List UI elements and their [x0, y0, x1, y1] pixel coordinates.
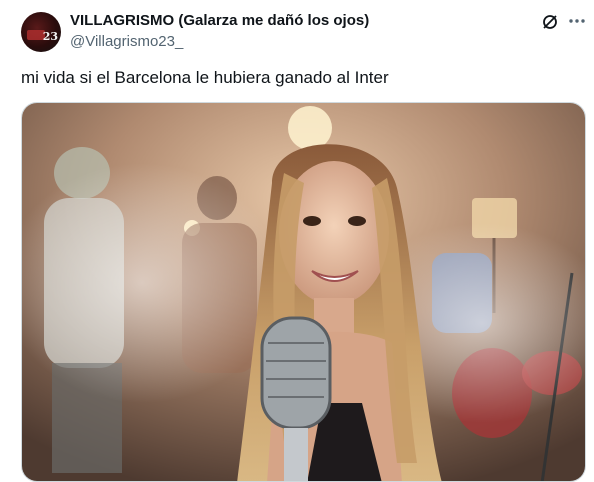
post-text: mi vida si el Barcelona le hubiera ganad… — [21, 68, 389, 87]
author-handle[interactable]: @Villagrismo23_ — [70, 33, 183, 50]
author-display-name[interactable]: VILLAGRISMO (Galarza me dañó los ojos) — [70, 12, 369, 29]
avatar-number: 23 — [42, 30, 58, 43]
grok-icon[interactable] — [541, 13, 559, 31]
avatar[interactable]: 23 — [21, 12, 61, 52]
more-options-icon[interactable] — [566, 10, 588, 32]
post-media-image[interactable] — [21, 102, 586, 482]
